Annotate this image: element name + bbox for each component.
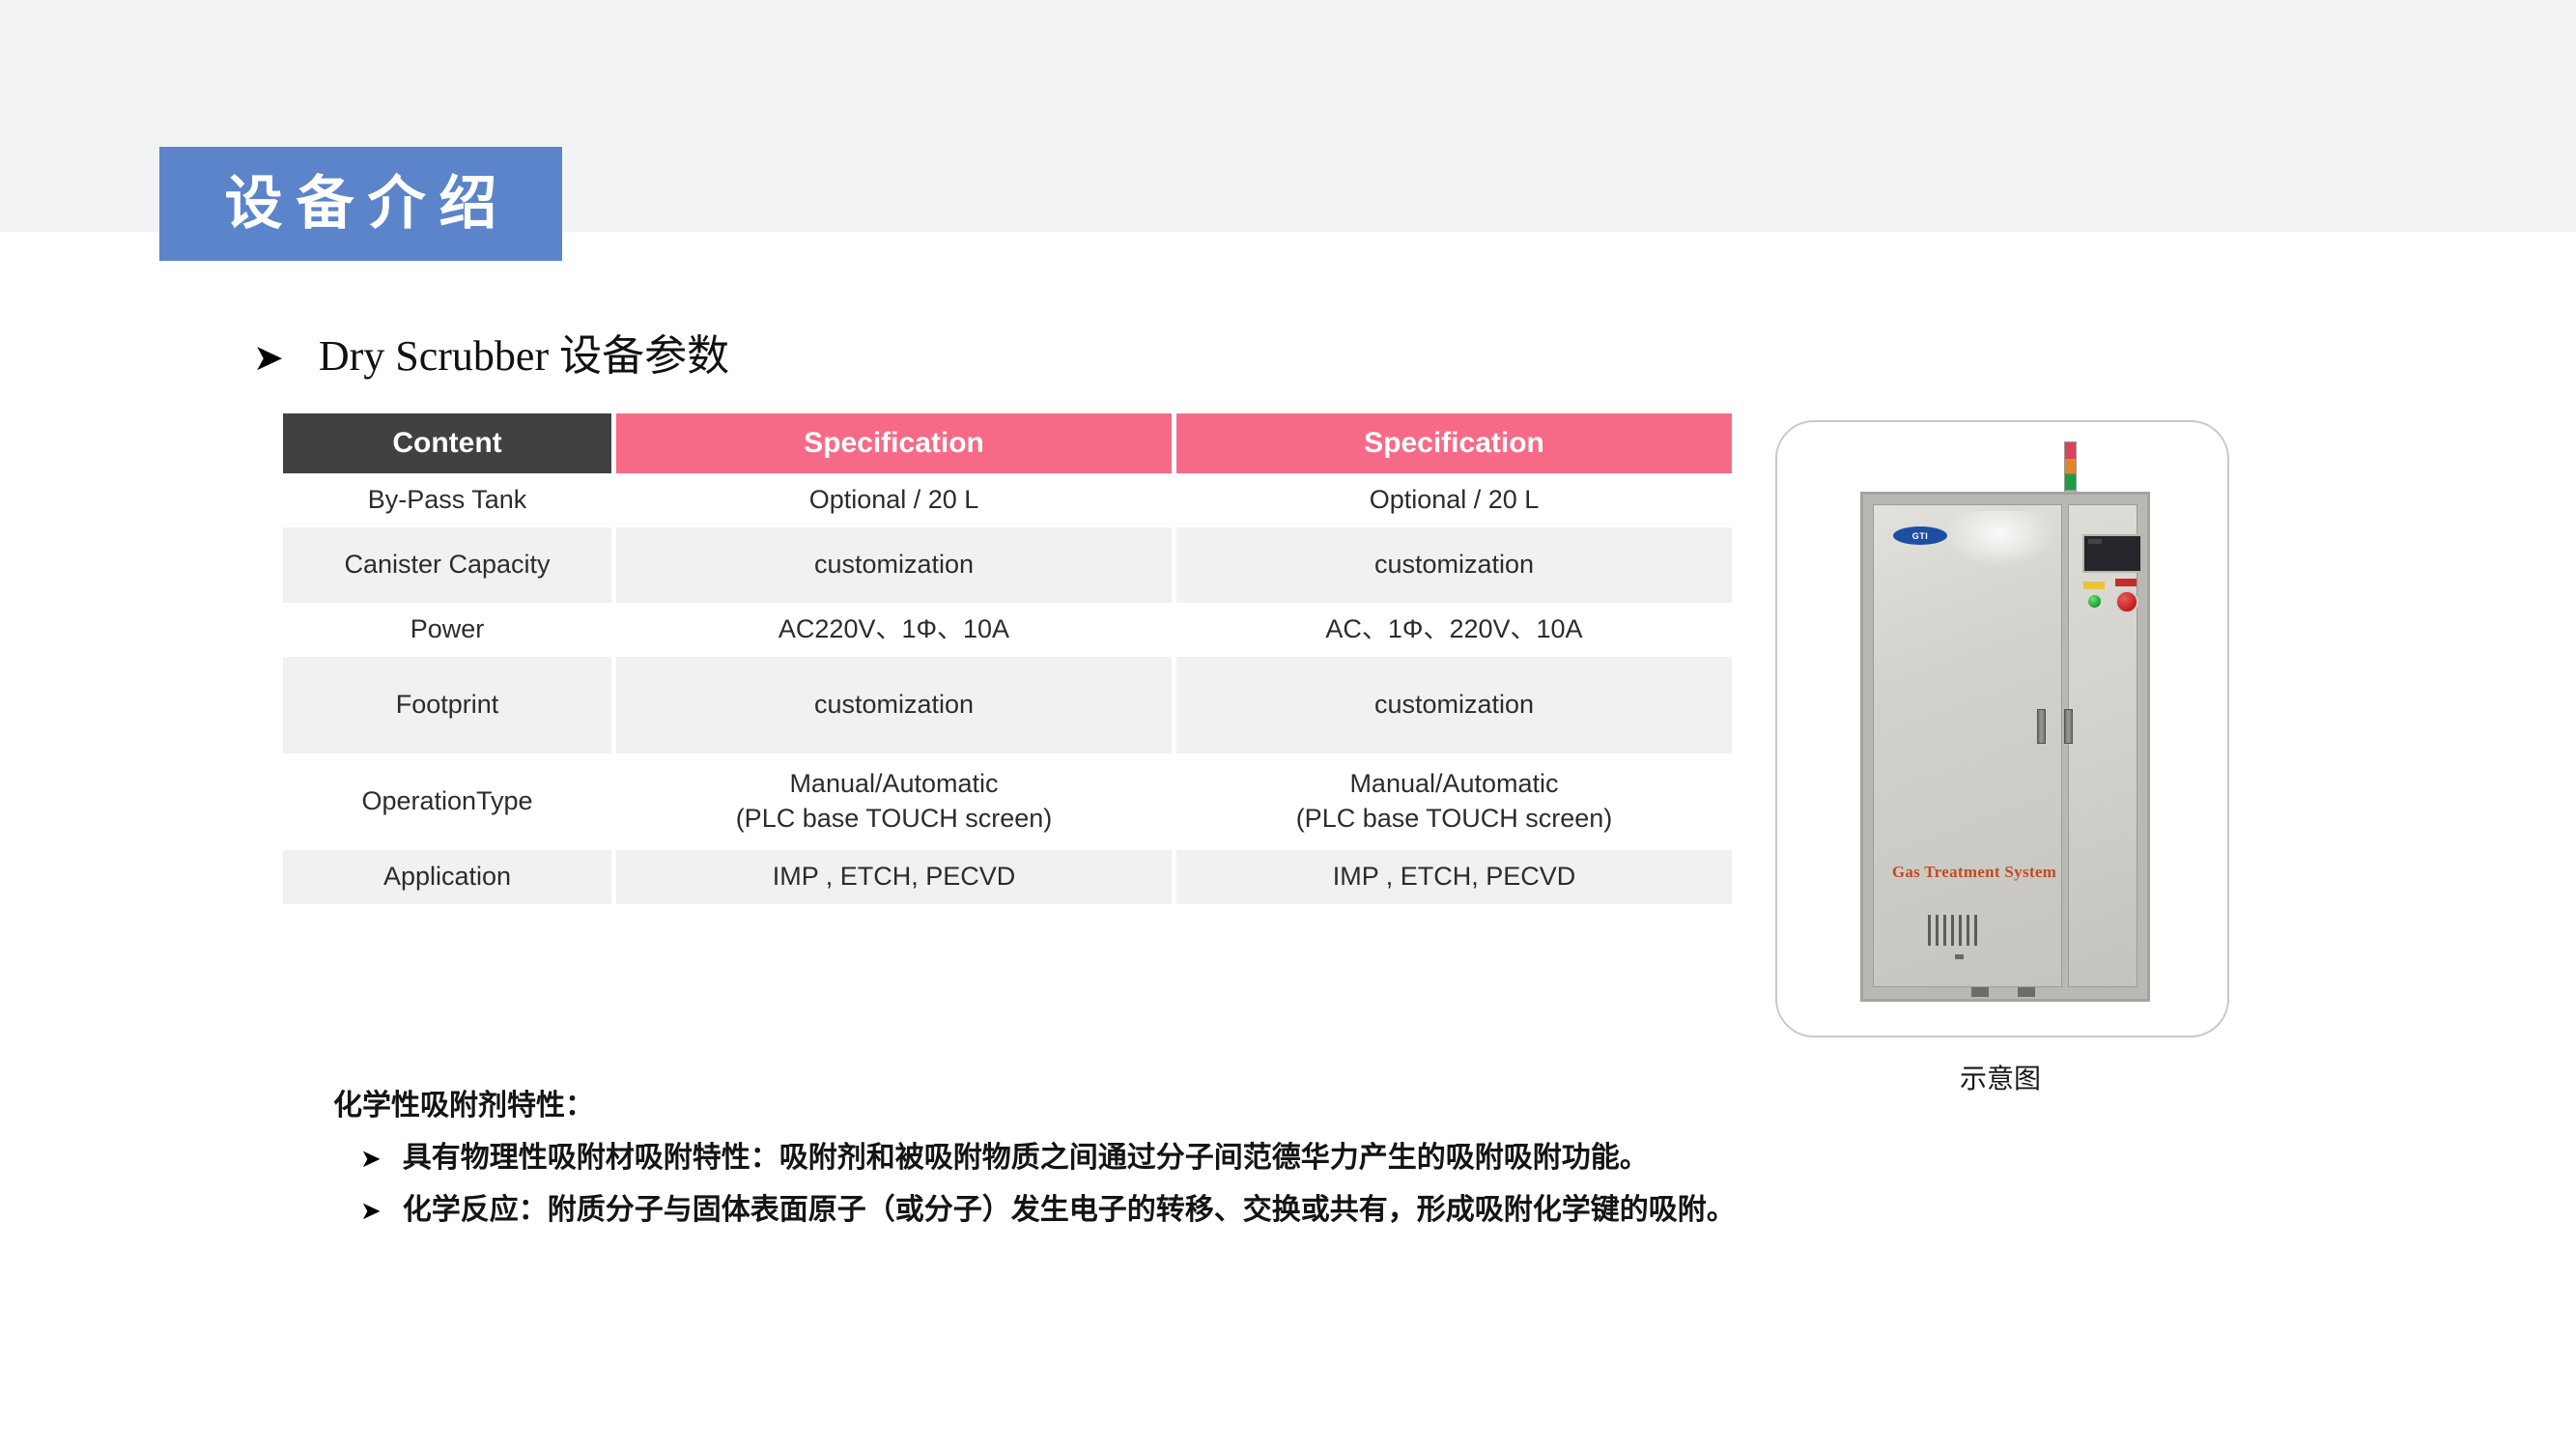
cell-spec-2: customization — [1176, 657, 1732, 753]
cell-line: customization — [624, 688, 1164, 723]
gti-logo-text: GTI — [1912, 531, 1929, 541]
table-header: Content Specification Specification — [283, 413, 1732, 473]
cell-line: Optional / 20 L — [1184, 483, 1724, 518]
cell-line: customization — [1184, 688, 1724, 723]
door-handle-left-icon — [2037, 709, 2046, 744]
gti-logo: GTI — [1893, 526, 1947, 545]
cell-spec-1: customization — [616, 527, 1172, 603]
cell-spec-1: customization — [616, 657, 1172, 753]
cell-spec-1: IMP , ETCH, PECVD — [616, 850, 1172, 904]
subheading-text: Dry Scrubber 设备参数 — [319, 335, 729, 378]
cell-line: customization — [624, 548, 1164, 582]
note-item-text: 化学反应：附质分子与固体表面原子（或分子）发生电子的转移、交换或共有，形成吸附化… — [403, 1189, 1736, 1232]
cell-content: Canister Capacity — [283, 527, 611, 603]
notes-block: 化学性吸附剂特性： ➤ 具有物理性吸附材吸附特性：吸附剂和被吸附物质之间通过分子… — [333, 1084, 1975, 1240]
cabinet-foot — [2018, 987, 2035, 997]
cell-spec-2: Manual/Automatic (PLC base TOUCH screen) — [1176, 753, 1732, 850]
cell-spec-2: Optional / 20 L — [1176, 473, 1732, 527]
table-header-specification-1: Specification — [616, 413, 1172, 473]
cell-line: Manual/Automatic — [1184, 767, 1724, 802]
subheading: ➤ Dry Scrubber 设备参数 — [253, 335, 729, 378]
cell-line: customization — [1184, 548, 1724, 582]
section-title-badge: 设备介绍 — [159, 147, 562, 261]
specification-table: Content Specification Specification By-P… — [283, 413, 1732, 904]
cabinet-body: GTI Gas Treatment System — [1860, 492, 2150, 1002]
section-title-text: 设备介绍 — [212, 175, 511, 233]
table-row: Application IMP , ETCH, PECVD IMP , ETCH… — [283, 850, 1732, 904]
emergency-stop-button-icon — [2115, 590, 2138, 613]
cabinet-right-door — [2068, 504, 2137, 987]
cell-line: (PLC base TOUCH screen) — [1184, 802, 1724, 837]
vent-grille-icon — [1928, 915, 1977, 946]
arrow-bullet-icon: ➤ — [360, 1147, 382, 1172]
table-row: By-Pass Tank Optional / 20 L Optional / … — [283, 473, 1732, 527]
cabinet-foot — [1971, 987, 1989, 997]
cell-line: AC220V、1Φ、10A — [624, 612, 1164, 647]
cell-spec-1: AC220V、1Φ、10A — [616, 603, 1172, 657]
cell-line: (PLC base TOUCH screen) — [624, 802, 1164, 837]
cell-spec-1: Manual/Automatic (PLC base TOUCH screen) — [616, 753, 1172, 850]
arrow-bullet-icon: ➤ — [253, 339, 284, 376]
note-item: ➤ 具有物理性吸附材吸附特性：吸附剂和被吸附物质之间通过分子间范德华力产生的吸附… — [360, 1137, 1975, 1179]
table-header-content: Content — [283, 413, 611, 473]
notes-title: 化学性吸附剂特性： — [333, 1084, 1975, 1127]
cell-line: AC、1Φ、220V、10A — [1184, 612, 1724, 647]
note-item: ➤ 化学反应：附质分子与固体表面原子（或分子）发生电子的转移、交换或共有，形成吸… — [360, 1189, 1975, 1232]
table-header-row: Content Specification Specification — [283, 413, 1732, 473]
cell-spec-2: customization — [1176, 527, 1732, 603]
cell-spec-2: IMP , ETCH, PECVD — [1176, 850, 1732, 904]
cell-line: Optional / 20 L — [624, 483, 1164, 518]
yellow-label — [2083, 582, 2105, 589]
cell-spec-2: AC、1Φ、220V、10A — [1176, 603, 1732, 657]
table-row: Footprint customization customization — [283, 657, 1732, 753]
cell-content: Footprint — [283, 657, 611, 753]
red-label — [2115, 579, 2137, 586]
cabinet-left-door: GTI Gas Treatment System — [1873, 504, 2062, 987]
cell-line: IMP , ETCH, PECVD — [624, 860, 1164, 895]
cell-content: Power — [283, 603, 611, 657]
cell-line: IMP , ETCH, PECVD — [1184, 860, 1724, 895]
green-button-icon — [2088, 595, 2101, 608]
photo-caption: 示意图 — [1775, 1058, 2225, 1096]
tower-light-icon — [2064, 441, 2077, 497]
door-handle-right-icon — [2064, 709, 2073, 744]
table-row: Canister Capacity customization customiz… — [283, 527, 1732, 603]
equipment-photo: GTI Gas Treatment System — [1775, 420, 2229, 1037]
table-header-specification-2: Specification — [1176, 413, 1732, 473]
cell-content: OperationType — [283, 753, 611, 850]
table-body: By-Pass Tank Optional / 20 L Optional / … — [283, 473, 1732, 904]
vent-mark — [1955, 954, 1964, 959]
door-glare — [1945, 511, 2053, 567]
cell-spec-1: Optional / 20 L — [616, 473, 1172, 527]
brand-label: Gas Treatment System — [1891, 863, 2057, 882]
arrow-bullet-icon: ➤ — [360, 1199, 382, 1224]
table-row: Power AC220V、1Φ、10A AC、1Φ、220V、10A — [283, 603, 1732, 657]
cell-content: By-Pass Tank — [283, 473, 611, 527]
cell-line: Manual/Automatic — [624, 767, 1164, 802]
touch-screen-icon — [2082, 534, 2142, 573]
equipment-photo-inner: GTI Gas Treatment System — [1777, 422, 2227, 1036]
table-row: OperationType Manual/Automatic (PLC base… — [283, 753, 1732, 850]
cell-content: Application — [283, 850, 611, 904]
note-item-text: 具有物理性吸附材吸附特性：吸附剂和被吸附物质之间通过分子间范德华力产生的吸附吸附… — [403, 1137, 1649, 1179]
